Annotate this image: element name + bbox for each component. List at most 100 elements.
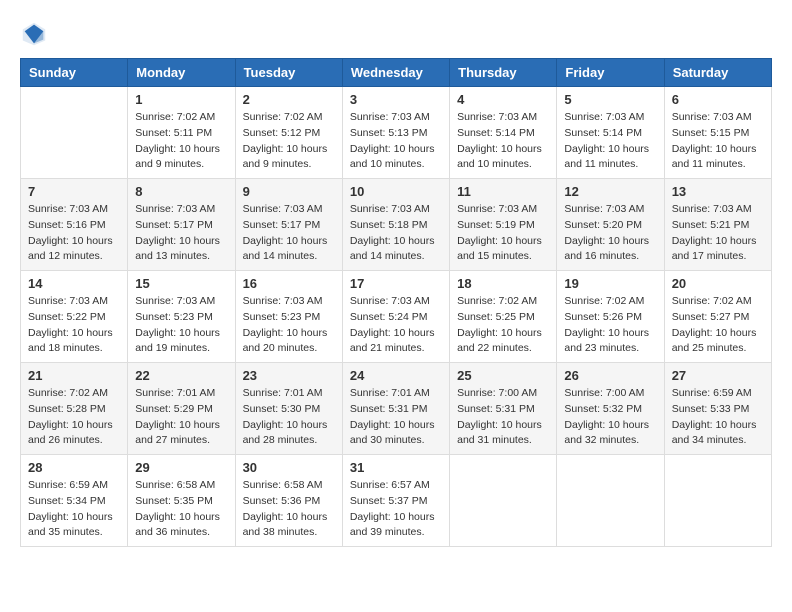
calendar-day-cell — [664, 455, 771, 547]
calendar-day-cell: 19 Sunrise: 7:02 AM Sunset: 5:26 PM Dayli… — [557, 271, 664, 363]
calendar-day-cell: 8 Sunrise: 7:03 AM Sunset: 5:17 PM Daylig… — [128, 179, 235, 271]
day-info: Sunrise: 6:59 AM Sunset: 5:34 PM Dayligh… — [28, 478, 120, 541]
calendar-day-cell: 2 Sunrise: 7:02 AM Sunset: 5:12 PM Daylig… — [235, 87, 342, 179]
day-number: 27 — [672, 368, 764, 383]
calendar-day-cell — [557, 455, 664, 547]
day-info: Sunrise: 7:03 AM Sunset: 5:13 PM Dayligh… — [350, 110, 442, 173]
calendar-day-cell: 6 Sunrise: 7:03 AM Sunset: 5:15 PM Daylig… — [664, 87, 771, 179]
weekday-header: Thursday — [450, 59, 557, 87]
calendar-day-cell: 7Sunrise: 7:03 AM Sunset: 5:16 PM Daylig… — [21, 179, 128, 271]
weekday-header: Saturday — [664, 59, 771, 87]
calendar-day-cell: 15Sunrise: 7:03 AM Sunset: 5:23 PM Dayli… — [128, 271, 235, 363]
weekday-header: Wednesday — [342, 59, 449, 87]
day-info: Sunrise: 7:00 AM Sunset: 5:31 PM Dayligh… — [457, 386, 549, 449]
day-number: 21 — [28, 368, 120, 383]
calendar-day-cell — [450, 455, 557, 547]
day-info: Sunrise: 7:02 AM Sunset: 5:11 PM Dayligh… — [135, 110, 227, 173]
day-number: 9 — [243, 184, 335, 199]
calendar-day-cell: 11 Sunrise: 7:03 AM Sunset: 5:19 PM Dayli… — [450, 179, 557, 271]
day-info: Sunrise: 6:57 AM Sunset: 5:37 PM Dayligh… — [350, 478, 442, 541]
day-info: Sunrise: 7:03 AM Sunset: 5:18 PM Dayligh… — [350, 202, 442, 265]
day-number: 16 — [243, 276, 335, 291]
day-info: Sunrise: 7:03 AM Sunset: 5:23 PM Dayligh… — [135, 294, 227, 357]
calendar-week-row: 14Sunrise: 7:03 AM Sunset: 5:22 PM Dayli… — [21, 271, 772, 363]
calendar-day-cell: 22 Sunrise: 7:01 AM Sunset: 5:29 PM Dayli… — [128, 363, 235, 455]
calendar-day-cell: 1 Sunrise: 7:02 AM Sunset: 5:11 PM Daylig… — [128, 87, 235, 179]
day-info: Sunrise: 7:03 AM Sunset: 5:17 PM Dayligh… — [243, 202, 335, 265]
day-number: 22 — [135, 368, 227, 383]
day-info: Sunrise: 7:03 AM Sunset: 5:22 PM Dayligh… — [28, 294, 120, 357]
weekday-header: Sunday — [21, 59, 128, 87]
calendar-day-cell: 10 Sunrise: 7:03 AM Sunset: 5:18 PM Dayli… — [342, 179, 449, 271]
day-number: 23 — [243, 368, 335, 383]
day-number: 30 — [243, 460, 335, 475]
calendar-day-cell: 31Sunrise: 6:57 AM Sunset: 5:37 PM Dayli… — [342, 455, 449, 547]
day-info: Sunrise: 7:03 AM Sunset: 5:15 PM Dayligh… — [672, 110, 764, 173]
day-info: Sunrise: 7:02 AM Sunset: 5:27 PM Dayligh… — [672, 294, 764, 357]
calendar-day-cell: 21 Sunrise: 7:02 AM Sunset: 5:28 PM Dayli… — [21, 363, 128, 455]
day-info: Sunrise: 7:01 AM Sunset: 5:31 PM Dayligh… — [350, 386, 442, 449]
day-info: Sunrise: 7:02 AM Sunset: 5:12 PM Dayligh… — [243, 110, 335, 173]
day-number: 20 — [672, 276, 764, 291]
logo — [20, 20, 52, 48]
day-info: Sunrise: 7:00 AM Sunset: 5:32 PM Dayligh… — [564, 386, 656, 449]
day-number: 3 — [350, 92, 442, 107]
calendar-day-cell: 3 Sunrise: 7:03 AM Sunset: 5:13 PM Daylig… — [342, 87, 449, 179]
day-number: 6 — [672, 92, 764, 107]
calendar-day-cell: 12Sunrise: 7:03 AM Sunset: 5:20 PM Dayli… — [557, 179, 664, 271]
day-number: 19 — [564, 276, 656, 291]
day-number: 1 — [135, 92, 227, 107]
calendar-day-cell: 29 Sunrise: 6:58 AM Sunset: 5:35 PM Dayli… — [128, 455, 235, 547]
day-number: 4 — [457, 92, 549, 107]
day-info: Sunrise: 7:01 AM Sunset: 5:30 PM Dayligh… — [243, 386, 335, 449]
calendar-week-row: 7Sunrise: 7:03 AM Sunset: 5:16 PM Daylig… — [21, 179, 772, 271]
day-number: 28 — [28, 460, 120, 475]
weekday-header: Tuesday — [235, 59, 342, 87]
day-info: Sunrise: 7:03 AM Sunset: 5:14 PM Dayligh… — [564, 110, 656, 173]
calendar-header-row: SundayMondayTuesdayWednesdayThursdayFrid… — [21, 59, 772, 87]
day-number: 17 — [350, 276, 442, 291]
day-info: Sunrise: 7:02 AM Sunset: 5:28 PM Dayligh… — [28, 386, 120, 449]
calendar-day-cell: 4 Sunrise: 7:03 AM Sunset: 5:14 PM Daylig… — [450, 87, 557, 179]
calendar-day-cell: 17 Sunrise: 7:03 AM Sunset: 5:24 PM Dayli… — [342, 271, 449, 363]
day-info: Sunrise: 7:03 AM Sunset: 5:19 PM Dayligh… — [457, 202, 549, 265]
calendar-day-cell: 5Sunrise: 7:03 AM Sunset: 5:14 PM Daylig… — [557, 87, 664, 179]
day-info: Sunrise: 6:58 AM Sunset: 5:36 PM Dayligh… — [243, 478, 335, 541]
day-number: 2 — [243, 92, 335, 107]
day-number: 11 — [457, 184, 549, 199]
calendar-day-cell: 9 Sunrise: 7:03 AM Sunset: 5:17 PM Daylig… — [235, 179, 342, 271]
day-info: Sunrise: 7:03 AM Sunset: 5:17 PM Dayligh… — [135, 202, 227, 265]
day-number: 10 — [350, 184, 442, 199]
calendar-day-cell: 24 Sunrise: 7:01 AM Sunset: 5:31 PM Dayli… — [342, 363, 449, 455]
day-info: Sunrise: 7:02 AM Sunset: 5:26 PM Dayligh… — [564, 294, 656, 357]
calendar-day-cell: 23 Sunrise: 7:01 AM Sunset: 5:30 PM Dayli… — [235, 363, 342, 455]
calendar-week-row: 28 Sunrise: 6:59 AM Sunset: 5:34 PM Dayli… — [21, 455, 772, 547]
calendar-day-cell: 20 Sunrise: 7:02 AM Sunset: 5:27 PM Dayli… — [664, 271, 771, 363]
day-number: 29 — [135, 460, 227, 475]
day-number: 12 — [564, 184, 656, 199]
day-number: 26 — [564, 368, 656, 383]
day-info: Sunrise: 7:03 AM Sunset: 5:21 PM Dayligh… — [672, 202, 764, 265]
day-info: Sunrise: 7:03 AM Sunset: 5:24 PM Dayligh… — [350, 294, 442, 357]
day-number: 18 — [457, 276, 549, 291]
day-number: 24 — [350, 368, 442, 383]
calendar-day-cell: 25 Sunrise: 7:00 AM Sunset: 5:31 PM Dayli… — [450, 363, 557, 455]
day-info: Sunrise: 7:01 AM Sunset: 5:29 PM Dayligh… — [135, 386, 227, 449]
day-info: Sunrise: 7:03 AM Sunset: 5:16 PM Dayligh… — [28, 202, 120, 265]
weekday-header: Monday — [128, 59, 235, 87]
day-number: 13 — [672, 184, 764, 199]
day-info: Sunrise: 7:03 AM Sunset: 5:14 PM Dayligh… — [457, 110, 549, 173]
calendar-day-cell: 30 Sunrise: 6:58 AM Sunset: 5:36 PM Dayli… — [235, 455, 342, 547]
calendar-table: SundayMondayTuesdayWednesdayThursdayFrid… — [20, 58, 772, 547]
day-info: Sunrise: 7:02 AM Sunset: 5:25 PM Dayligh… — [457, 294, 549, 357]
calendar-day-cell: 13 Sunrise: 7:03 AM Sunset: 5:21 PM Dayli… — [664, 179, 771, 271]
calendar-day-cell: 26 Sunrise: 7:00 AM Sunset: 5:32 PM Dayli… — [557, 363, 664, 455]
calendar-day-cell: 18 Sunrise: 7:02 AM Sunset: 5:25 PM Dayli… — [450, 271, 557, 363]
calendar-day-cell: 27Sunrise: 6:59 AM Sunset: 5:33 PM Dayli… — [664, 363, 771, 455]
calendar-day-cell — [21, 87, 128, 179]
day-number: 8 — [135, 184, 227, 199]
calendar-day-cell: 28 Sunrise: 6:59 AM Sunset: 5:34 PM Dayli… — [21, 455, 128, 547]
day-number: 25 — [457, 368, 549, 383]
day-info: Sunrise: 6:58 AM Sunset: 5:35 PM Dayligh… — [135, 478, 227, 541]
weekday-header: Friday — [557, 59, 664, 87]
